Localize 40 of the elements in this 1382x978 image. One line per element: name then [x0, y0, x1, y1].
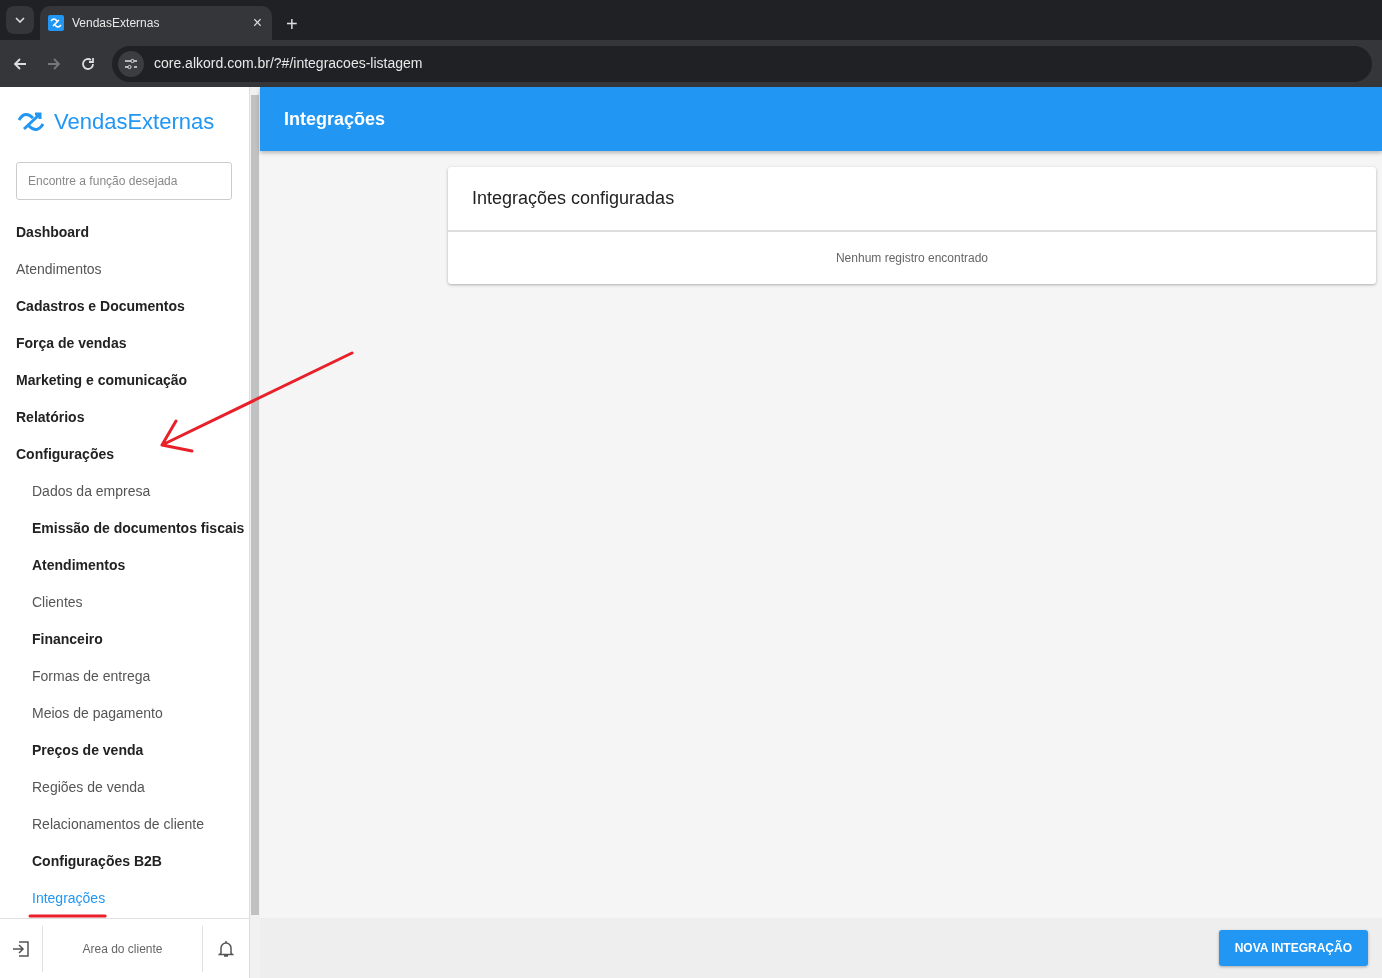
brand-name: VendasExternas — [54, 108, 215, 136]
reload-icon — [80, 55, 96, 72]
menu-item[interactable]: Formas de entrega — [32, 666, 151, 686]
menu-item[interactable]: Dados da empresa — [32, 481, 151, 501]
menu-item[interactable]: Preços de venda — [32, 740, 144, 760]
forward-arrow-icon — [46, 55, 62, 72]
menu-item[interactable]: Marketing e comunicação — [16, 370, 188, 390]
site-settings-icon — [124, 57, 138, 70]
client-area-link[interactable]: Area do cliente — [42, 925, 203, 972]
url-text: core.alkord.com.br/?#/integracoes-listagem — [154, 54, 423, 73]
page-header: Integrações — [260, 87, 1382, 151]
menu-item[interactable]: Meios de pagamento — [32, 703, 163, 723]
menu-item[interactable]: Configurações — [16, 444, 114, 464]
address-bar[interactable]: core.alkord.com.br/?#/integracoes-listagem — [112, 45, 1372, 82]
tab-list-button[interactable] — [6, 6, 34, 34]
chevron-down-icon — [15, 17, 25, 23]
back-arrow-icon — [12, 55, 28, 72]
menu-item[interactable]: Dashboard — [16, 222, 90, 242]
menu-item[interactable]: Atendimentos — [32, 555, 126, 575]
card-title: Integrações configuradas — [448, 167, 1376, 232]
empty-message: Nenhum registro encontrado — [835, 251, 989, 265]
site-logo-icon — [48, 15, 64, 31]
browser-tab[interactable]: VendasExternas × — [40, 6, 272, 40]
menu-item[interactable]: Emissão de documentos fiscais — [32, 518, 245, 538]
sign-in-icon — [12, 939, 30, 958]
menu-item[interactable]: Força de vendas — [16, 333, 127, 353]
menu-item[interactable]: Relatórios — [16, 407, 85, 427]
menu-item[interactable]: Clientes — [32, 592, 83, 612]
close-tab-button[interactable]: × — [250, 15, 264, 31]
new-tab-button[interactable]: + — [278, 14, 306, 34]
bell-icon — [218, 939, 234, 958]
search-field[interactable]: Encontre a função desejada — [16, 162, 232, 200]
menu-item[interactable]: Cadastros e Documentos — [16, 296, 185, 316]
scrollbar-thumb[interactable] — [251, 95, 259, 915]
menu-item[interactable]: Regiões de venda — [32, 777, 145, 797]
menu-item[interactable]: Atendimentos — [16, 259, 102, 279]
menu-item[interactable]: Financeiro — [32, 629, 103, 649]
menu-item[interactable]: Configurações B2B — [32, 851, 162, 871]
tab-title: VendasExternas — [72, 15, 160, 32]
menu-item[interactable]: Relacionamentos de cliente — [32, 814, 204, 834]
